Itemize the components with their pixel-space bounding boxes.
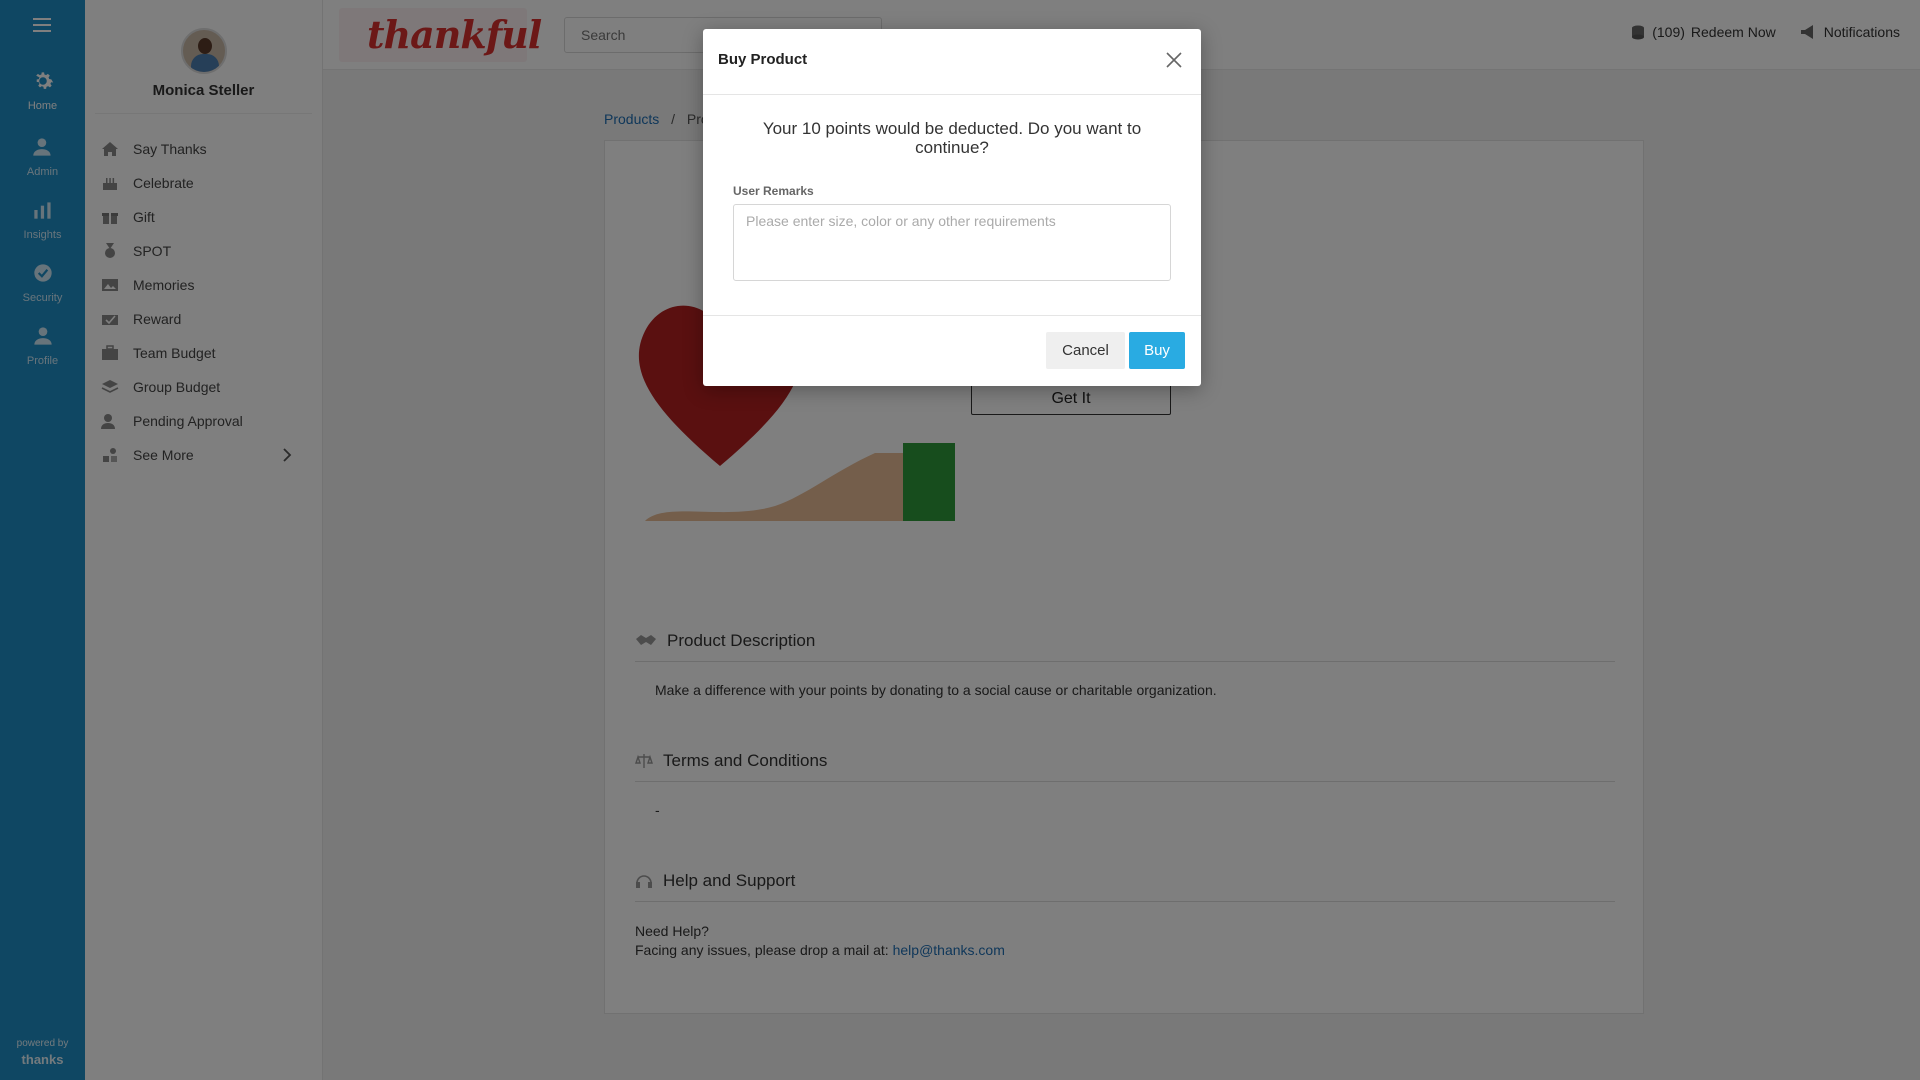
close-icon[interactable] [1165,51,1183,69]
buy-button[interactable]: Buy [1129,332,1185,369]
modal-footer: Cancel Buy [703,315,1201,386]
confirmation-message: Your 10 points would be deducted. Do you… [762,119,1142,157]
buy-product-modal: Buy Product Your 10 points would be dedu… [703,29,1201,386]
user-remarks-label: User Remarks [733,184,814,198]
modal-body: Your 10 points would be deducted. Do you… [703,95,1201,286]
cancel-button[interactable]: Cancel [1046,332,1125,369]
modal-title: Buy Product [718,51,808,68]
user-remarks-field[interactable] [733,204,1171,281]
modal-header: Buy Product [703,29,1201,95]
